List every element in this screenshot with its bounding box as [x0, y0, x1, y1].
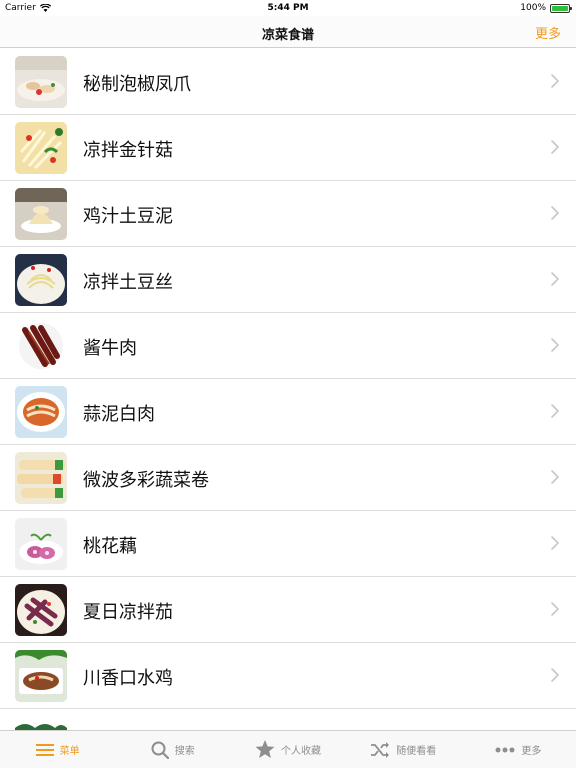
- recipe-name: 夏日凉拌茄: [83, 602, 173, 623]
- recipe-row[interactable]: 桃花藕: [0, 511, 576, 577]
- menu-icon: [35, 743, 54, 757]
- recipe-name: 桃花藕: [83, 536, 137, 557]
- recipe-thumbnail: [15, 122, 67, 174]
- chevron-right-icon: [550, 469, 560, 485]
- recipe-thumbnail: [15, 254, 67, 306]
- chevron-right-icon: [550, 667, 560, 683]
- tab-label: 个人收藏: [281, 746, 321, 757]
- star-icon: [255, 740, 275, 759]
- recipe-name: 凉拌土豆丝: [83, 272, 173, 293]
- recipe-name: 秘制泡椒凤爪: [83, 74, 191, 95]
- tab-more-dots[interactable]: 更多: [461, 731, 576, 768]
- recipe-name: 酱牛肉: [83, 338, 137, 359]
- recipe-thumbnail: [15, 452, 67, 504]
- recipe-thumbnail: [15, 650, 67, 702]
- recipe-row[interactable]: 酱牛肉: [0, 313, 576, 379]
- more-dots-icon: [495, 747, 515, 753]
- battery-status: 100%: [520, 3, 572, 13]
- more-button[interactable]: 更多: [535, 23, 561, 42]
- chevron-right-icon: [550, 535, 560, 551]
- shuffle-icon: [370, 741, 390, 758]
- recipe-row[interactable]: 微波多彩蔬菜卷: [0, 445, 576, 511]
- status-bar: Carrier 5:44 PM 100%: [0, 0, 576, 16]
- tab-star[interactable]: 个人收藏: [230, 731, 345, 768]
- recipe-row[interactable]: 凉拌土豆丝: [0, 247, 576, 313]
- recipe-name: 微波多彩蔬菜卷: [83, 470, 209, 491]
- chevron-right-icon: [550, 271, 560, 287]
- recipe-thumbnail: [15, 56, 67, 108]
- recipe-thumbnail: [15, 584, 67, 636]
- chevron-right-icon: [550, 337, 560, 353]
- status-time: 5:44 PM: [267, 3, 309, 13]
- chevron-right-icon: [550, 403, 560, 419]
- recipe-thumbnail: [15, 716, 67, 730]
- battery-percent: 100%: [520, 3, 546, 13]
- recipe-name: 川香口水鸡: [83, 668, 173, 689]
- recipe-row[interactable]: 秘制泡椒凤爪: [0, 49, 576, 115]
- tab-label: 搜索: [174, 746, 195, 757]
- search-icon: [151, 741, 169, 759]
- recipe-thumbnail: [15, 188, 67, 240]
- recipe-row[interactable]: 鸡汁土豆泥: [0, 181, 576, 247]
- page-title: 凉菜食谱: [261, 28, 314, 43]
- recipe-name: 蒜泥白肉: [83, 404, 155, 425]
- chevron-right-icon: [550, 73, 560, 89]
- recipe-row[interactable]: 川香口水鸡: [0, 643, 576, 709]
- chevron-right-icon: [550, 205, 560, 221]
- recipe-name: 凉拌金针菇: [83, 140, 173, 161]
- battery-icon: [550, 3, 572, 13]
- recipe-thumbnail: [15, 518, 67, 570]
- recipe-thumbnail: [15, 320, 67, 372]
- recipe-row[interactable]: [0, 709, 576, 730]
- recipe-row[interactable]: 夏日凉拌茄: [0, 577, 576, 643]
- tab-menu[interactable]: 菜单: [0, 731, 115, 768]
- recipe-row[interactable]: 凉拌金针菇: [0, 115, 576, 181]
- recipe-thumbnail: [15, 386, 67, 438]
- tab-label: 菜单: [59, 746, 80, 757]
- tab-search[interactable]: 搜索: [115, 731, 230, 768]
- tab-label: 随便看看: [396, 746, 437, 757]
- chevron-right-icon: [550, 139, 560, 155]
- recipe-list[interactable]: 秘制泡椒凤爪 凉拌金针菇鸡汁土豆泥凉拌土豆丝酱牛肉蒜泥白肉微波多彩蔬菜卷 桃花藕夏日…: [0, 49, 576, 730]
- recipe-name: 鸡汁土豆泥: [83, 206, 173, 227]
- recipe-row[interactable]: 蒜泥白肉: [0, 379, 576, 445]
- tab-label: 更多: [521, 746, 542, 757]
- chevron-right-icon: [550, 601, 560, 617]
- tab-shuffle[interactable]: 随便看看: [346, 731, 461, 768]
- navigation-bar: 凉菜食谱 更多: [0, 16, 576, 48]
- tab-bar: 菜单 搜索 个人收藏 随便看看 更多: [0, 730, 576, 768]
